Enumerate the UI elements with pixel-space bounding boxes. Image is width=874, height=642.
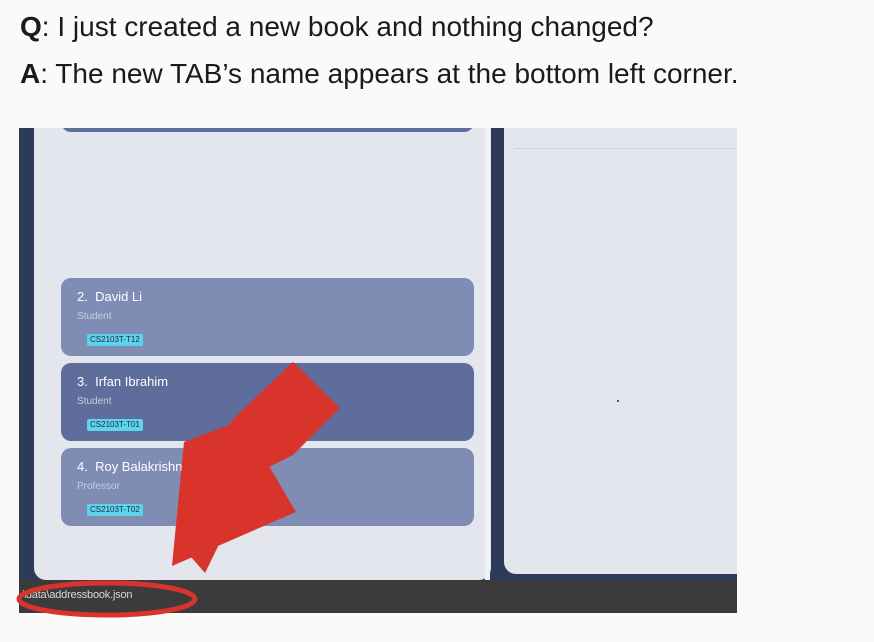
person-name: 2. David Li [77, 289, 142, 304]
question-label: Q [20, 11, 42, 42]
answer-text: : The new TAB’s name appears at the bott… [40, 58, 739, 89]
tag-badge: CS2103T-T12 [87, 334, 143, 346]
person-name: 3. Irfan Ibrahim [77, 374, 168, 389]
answer-line: A: The new TAB’s name appears at the bot… [20, 57, 739, 91]
detail-dot [617, 400, 619, 402]
person-card[interactable]: 4. Roy Balakrishnan Professor CS2103T-T0… [61, 448, 474, 526]
person-role: Student [77, 311, 112, 322]
person-name-text: David Li [95, 289, 143, 304]
person-role: Student [77, 396, 112, 407]
status-bar-file-path: \data\addressbook.json [23, 589, 133, 601]
tag-badge: CS2103T-T02 [87, 504, 143, 516]
person-list-panel[interactable]: 2. David Li Student CS2103T-T12 3. Irfan… [34, 128, 491, 580]
person-index: 2. [77, 289, 88, 304]
answer-label: A [20, 58, 41, 89]
panel-divider[interactable] [485, 128, 490, 581]
person-card[interactable]: 3. Irfan Ibrahim Student CS2103T-T01 [61, 363, 474, 441]
person-card[interactable]: 2. David Li Student CS2103T-T12 [61, 278, 474, 356]
person-name-text: Roy Balakrishnan [95, 459, 197, 474]
person-name-text: Irfan Ibrahim [95, 374, 169, 389]
status-bar: \data\addressbook.json [19, 580, 737, 613]
app-screenshot: 2. David Li Student CS2103T-T12 3. Irfan… [19, 128, 737, 613]
person-role: Professor [77, 481, 120, 492]
person-index: 3. [77, 374, 88, 389]
detail-divider [514, 148, 737, 149]
person-index: 4. [77, 459, 88, 474]
person-card-partial[interactable] [61, 128, 474, 132]
detail-panel [504, 128, 737, 574]
person-name: 4. Roy Balakrishnan [77, 459, 197, 474]
tag-badge: CS2103T-T01 [87, 419, 143, 431]
question-text: : I just created a new book and nothing … [41, 11, 654, 42]
question-line: Q: I just created a new book and nothing… [20, 10, 654, 44]
